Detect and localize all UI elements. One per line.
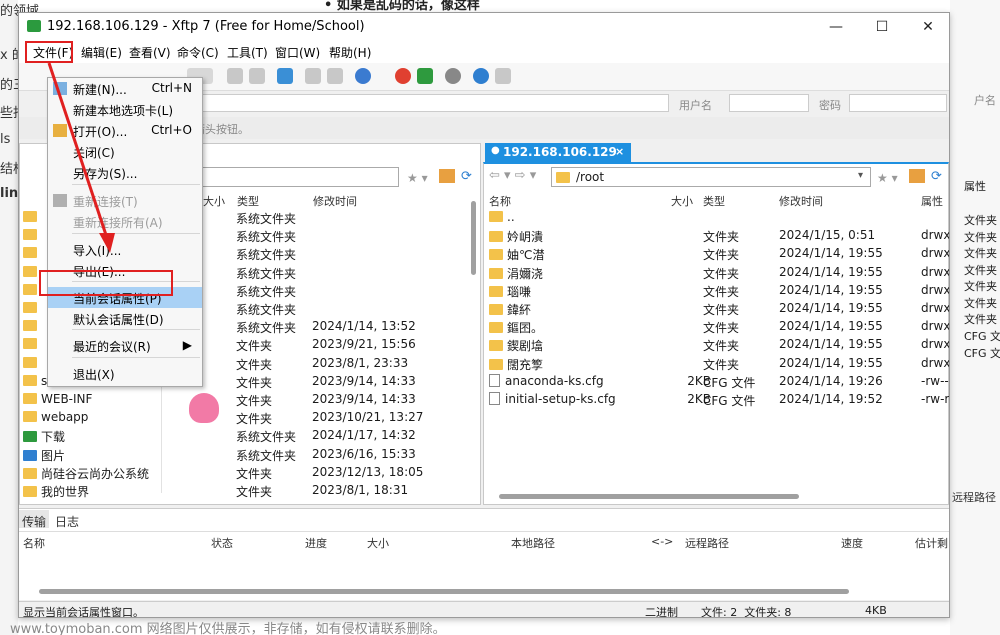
background-right-label: 属性 [964, 180, 986, 193]
background-left-line: ls [0, 132, 11, 147]
xftp-window: 192.168.106.129 - Xftp 7 (Free for Home/… [18, 12, 950, 618]
background-remote-path-label: 远程路径 [952, 491, 996, 504]
watermark-text: www.toymoban.com 网络图片仅供展示，非存储，如有侵权请联系删除。 [10, 622, 446, 635]
background-left-strip [0, 0, 18, 635]
background-right-label: 文件夹 [964, 313, 997, 326]
annotation-arrow [47, 62, 115, 253]
background-right-label: 文件夹 [964, 231, 997, 244]
background-right-label: CFG 文件 [964, 330, 1000, 343]
background-right-label: CFG 文件 [964, 347, 1000, 360]
background-right-label: 文件夹 [964, 264, 997, 277]
background-right-label: 文件夹 [964, 214, 997, 227]
background-right-label: 文件夹 [964, 297, 997, 310]
background-username-label: 户名 [974, 94, 996, 107]
background-right-label: 文件夹 [964, 280, 997, 293]
background-right-label: 文件夹 [964, 247, 997, 260]
background-right-panel: 户名 属性文件夹文件夹文件夹文件夹文件夹文件夹文件夹CFG 文件CFG 文件 远… [950, 0, 1000, 635]
background-left-line: lin [0, 186, 19, 201]
